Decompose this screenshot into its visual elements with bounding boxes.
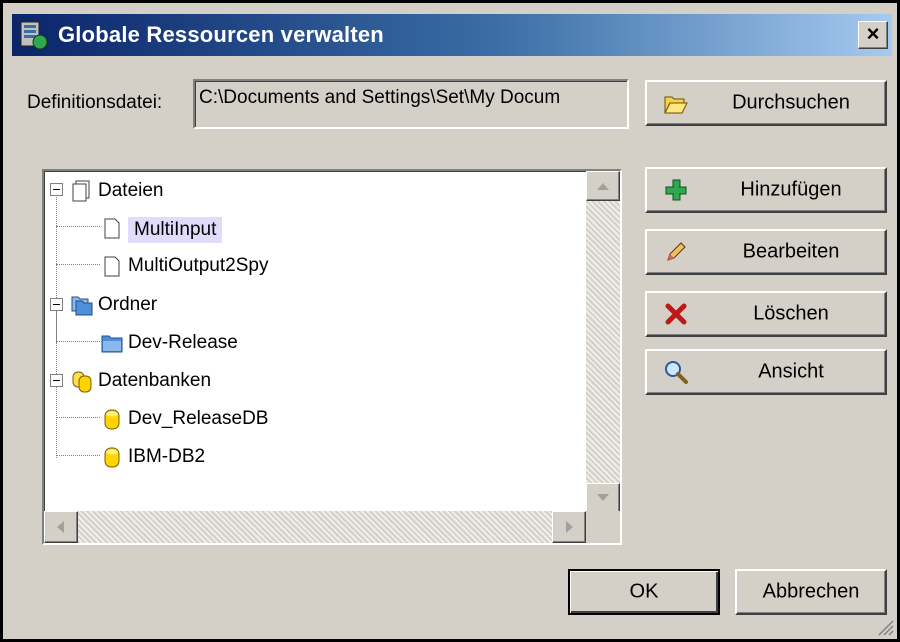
open-folder-icon bbox=[664, 96, 688, 114]
collapse-toggle-files[interactable] bbox=[50, 183, 63, 196]
arrow-down-icon bbox=[597, 494, 609, 501]
scroll-up-button[interactable] bbox=[586, 171, 620, 201]
folder-icon bbox=[101, 335, 123, 353]
browse-button[interactable]: Durchsuchen bbox=[645, 80, 887, 126]
tree-line bbox=[56, 455, 100, 456]
scroll-left-button[interactable] bbox=[44, 511, 78, 543]
delete-button[interactable]: Löschen bbox=[645, 291, 887, 337]
database-icon bbox=[104, 447, 120, 468]
add-button[interactable]: Hinzufügen bbox=[645, 167, 887, 213]
definition-file-label: Definitionsdatei: bbox=[27, 92, 163, 113]
scroll-right-button[interactable] bbox=[552, 511, 586, 543]
cancel-button[interactable]: Abbrechen bbox=[735, 569, 887, 615]
tree-node-label: Datenbanken bbox=[98, 370, 212, 391]
resize-grip-icon[interactable] bbox=[874, 616, 894, 636]
browse-label: Durchsuchen bbox=[732, 91, 850, 114]
view-button[interactable]: Ansicht bbox=[645, 349, 887, 395]
ok-label: OK bbox=[629, 580, 659, 603]
files-group-icon bbox=[72, 180, 90, 202]
delete-label: Löschen bbox=[753, 302, 829, 325]
file-icon bbox=[104, 218, 120, 239]
database-icon bbox=[104, 409, 120, 430]
databases-group-icon bbox=[72, 371, 92, 393]
ok-button[interactable]: OK bbox=[568, 569, 720, 615]
red-x-icon bbox=[665, 303, 687, 325]
tree-line bbox=[56, 311, 57, 343]
add-label: Hinzufügen bbox=[740, 178, 842, 201]
tree-line bbox=[56, 341, 100, 342]
tree-node-label: Ordner bbox=[98, 294, 158, 315]
close-button[interactable]: × bbox=[858, 21, 888, 49]
pencil-icon bbox=[667, 242, 686, 261]
file-icon bbox=[104, 256, 120, 277]
view-label: Ansicht bbox=[758, 360, 824, 383]
magnifier-icon bbox=[665, 361, 688, 384]
close-icon: × bbox=[866, 21, 880, 46]
tree-item-label-selected: MultiInput bbox=[128, 217, 223, 243]
horizontal-scrollbar[interactable] bbox=[44, 511, 586, 543]
collapse-toggle-folders[interactable] bbox=[50, 298, 63, 311]
collapse-toggle-databases[interactable] bbox=[50, 374, 63, 387]
arrow-right-icon bbox=[566, 521, 573, 533]
tree-node-label: Dateien bbox=[98, 180, 164, 201]
arrow-up-icon bbox=[597, 183, 609, 190]
folders-group-icon bbox=[71, 296, 93, 316]
tree-item-label: IBM-DB2 bbox=[128, 446, 206, 467]
resources-app-icon bbox=[20, 21, 48, 50]
tree-item-label: Dev-Release bbox=[128, 332, 238, 353]
tree-line bbox=[56, 264, 100, 265]
window-title: Globale Ressourcen verwalten bbox=[58, 22, 384, 47]
cancel-label: Abbrechen bbox=[762, 580, 860, 603]
scroll-down-button[interactable] bbox=[586, 483, 620, 513]
vertical-scrollbar[interactable] bbox=[586, 171, 620, 513]
title-bar[interactable]: Globale Ressourcen verwalten × bbox=[12, 14, 892, 56]
arrow-left-icon bbox=[57, 521, 64, 533]
resource-tree[interactable]: Dateien MultiInput MultiOutput2Spy Ordne… bbox=[42, 169, 622, 545]
scroll-corner bbox=[586, 511, 620, 543]
edit-button[interactable]: Bearbeiten bbox=[645, 229, 887, 275]
tree-item-label: Dev_ReleaseDB bbox=[128, 408, 269, 429]
plus-icon bbox=[665, 179, 687, 201]
dialog-window: Globale Ressourcen verwalten × Definitio… bbox=[0, 0, 900, 642]
tree-line bbox=[56, 226, 100, 227]
tree-item-label: MultiOutput2Spy bbox=[128, 255, 269, 276]
tree-line bbox=[56, 386, 57, 458]
definition-file-field[interactable]: C:\Documents and Settings\Set\My Docum bbox=[193, 79, 629, 129]
edit-label: Bearbeiten bbox=[742, 240, 840, 263]
tree-line bbox=[56, 417, 100, 418]
